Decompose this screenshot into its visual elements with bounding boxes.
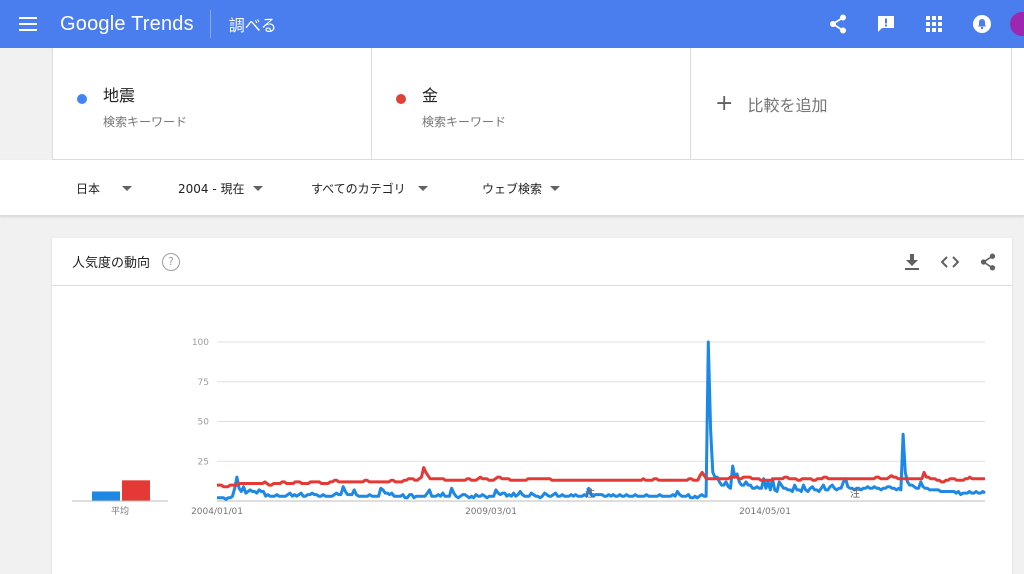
category-dropdown[interactable]: すべてのカテゴリ [311,180,428,197]
category-value: すべてのカテゴリ [311,182,406,196]
top-app-bar: Google Trends 調べる [0,0,1024,48]
add-comparison-label: 比較を追加 [747,95,828,115]
download-icon[interactable] [898,250,926,274]
add-comparison-button[interactable]: + 比較を追加 [691,48,1012,159]
share-icon[interactable] [974,250,1002,274]
card-header: 人気度の動向 ? [52,238,1012,286]
embed-code-icon[interactable] [936,250,964,274]
chevron-down-icon [417,186,428,191]
interest-over-time-card: 人気度の動向 ? [52,238,1012,574]
search-type-value: ウェブ検索 [482,182,543,196]
time-range-value: 2004 - 現在 [178,182,245,196]
term-name: 金 [422,86,439,105]
search-type-dropdown[interactable]: ウェブ検索 [482,180,561,197]
chevron-down-icon [550,186,561,191]
chevron-down-icon [122,186,133,191]
term-type: 検索キーワード [103,115,188,129]
term-color-dot [77,94,87,104]
time-range-dropdown[interactable]: 2004 - 現在 [178,180,263,197]
plus-icon: + [715,91,734,116]
filter-bar: 日本 2004 - 現在 すべてのカテゴリ ウェブ検索 [0,160,1024,216]
term-type: 検索キーワード [422,115,507,129]
account-avatar[interactable] [1010,12,1024,36]
app-logo[interactable]: Google Trends [60,13,194,36]
region-value: 日本 [76,182,101,196]
menu-icon[interactable] [0,0,56,48]
term-card-1[interactable]: 地震 検索キーワード [52,48,372,159]
header-divider [209,10,211,38]
apps-grid-icon[interactable] [914,4,954,44]
search-terms-row: 地震 検索キーワード 金 検索キーワード + 比較を追加 [52,48,1024,160]
page-title: 調べる [228,16,277,35]
chevron-down-icon [252,186,263,191]
feedback-icon[interactable] [866,4,906,44]
help-icon[interactable]: ? [162,252,181,271]
notifications-icon[interactable] [962,4,1002,44]
term-name: 地震 [103,86,136,105]
term-color-dot [396,94,406,104]
term-card-2[interactable]: 金 検索キーワード [372,48,691,159]
region-dropdown[interactable]: 日本 [76,180,133,197]
share-icon[interactable] [818,4,858,44]
card-title: 人気度の動向 [72,256,151,271]
